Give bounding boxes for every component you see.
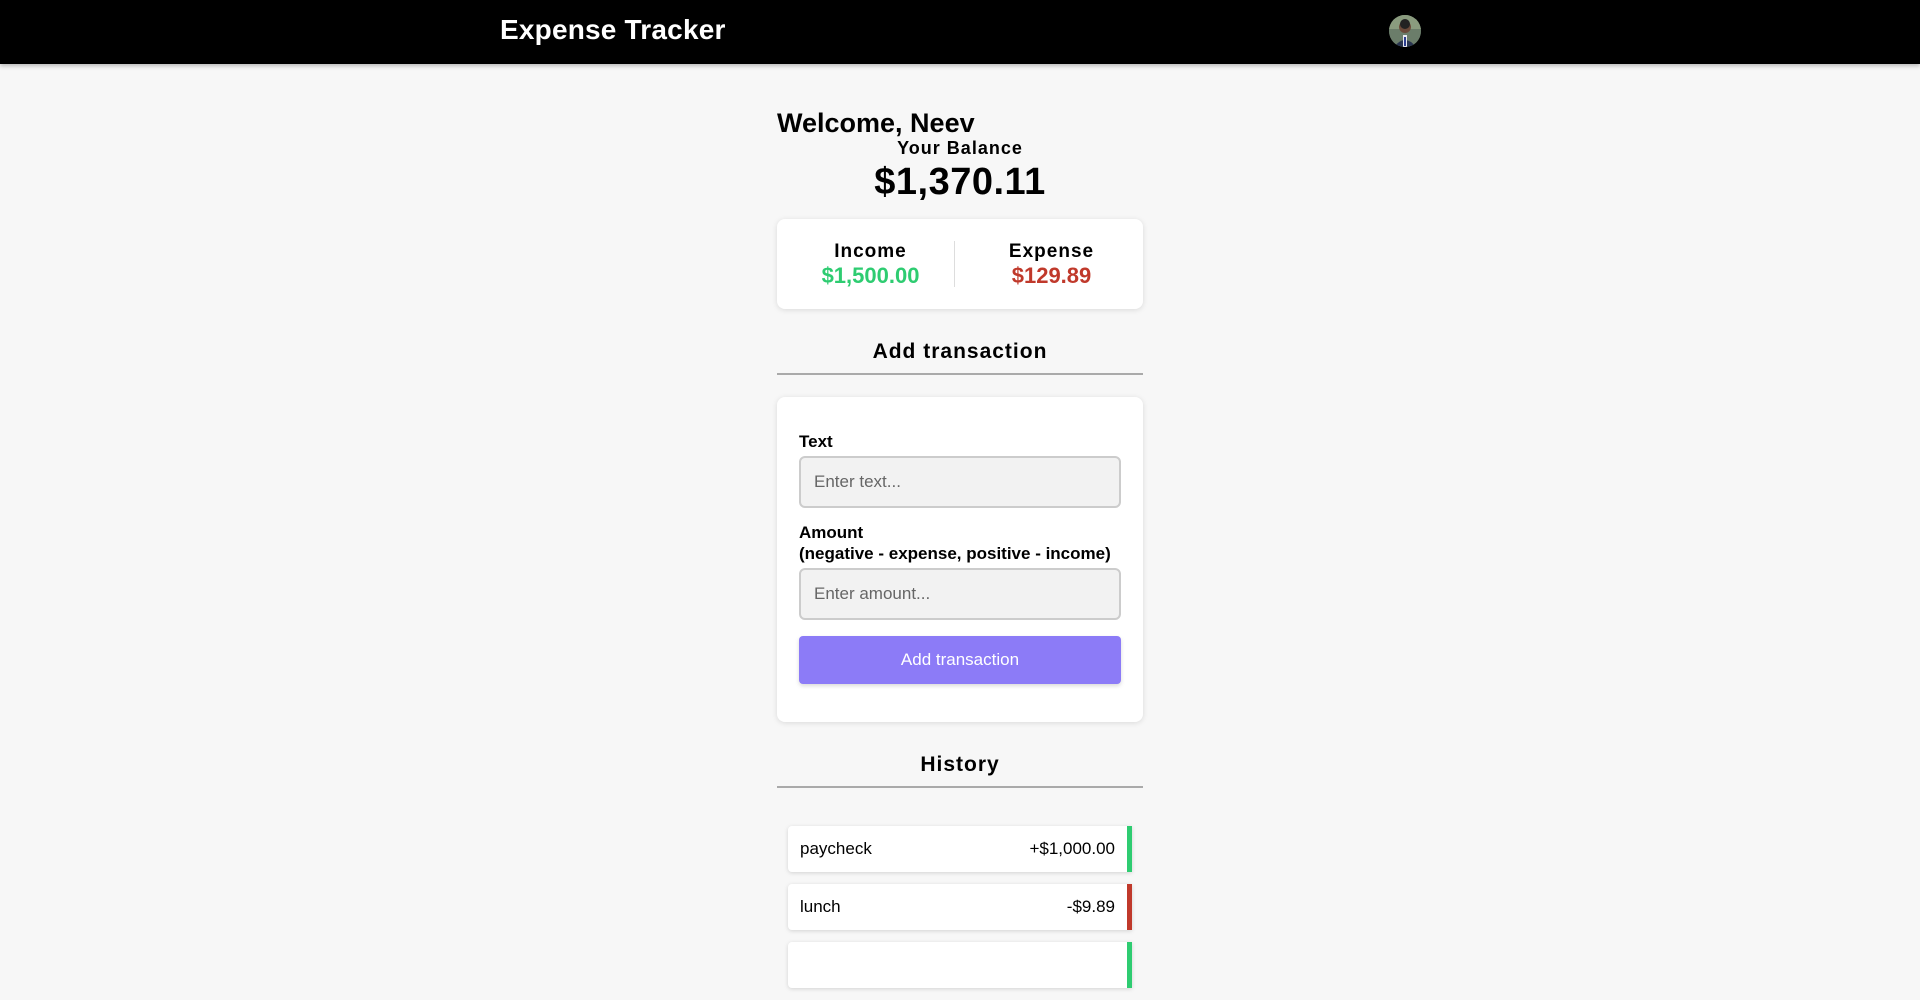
add-transaction-heading: Add transaction [777, 339, 1143, 375]
expense-value: $129.89 [1011, 263, 1092, 288]
amount-label: Amount [799, 523, 864, 542]
transaction-amount: +$1,000.00 [1029, 839, 1115, 858]
amount-input[interactable] [799, 568, 1121, 620]
app-title: Expense Tracker [500, 14, 726, 45]
transaction-text: lunch [800, 897, 841, 916]
income-column: Income $1,500.00 [777, 241, 960, 289]
welcome-heading: Welcome, Neev [777, 108, 975, 138]
add-transaction-form: Text Amount (negative - expense, positiv… [777, 397, 1143, 722]
user-avatar-icon[interactable] [1389, 15, 1421, 47]
expense-column: Expense $129.89 [960, 241, 1143, 289]
add-transaction-button[interactable]: Add transaction [799, 636, 1121, 684]
top-navbar: Expense Tracker [0, 0, 1920, 64]
income-expense-card: Income $1,500.00 Expense $129.89 [777, 219, 1143, 309]
main-container: Welcome, Neev Your Balance $1,370.11 Inc… [777, 105, 1143, 1000]
text-label: Text [799, 432, 833, 451]
amount-group: Amount (negative - expense, positive - i… [799, 522, 1121, 620]
transaction-amount: -$9.89 [1066, 897, 1115, 916]
history-heading: History [777, 752, 1143, 788]
list-item[interactable] [788, 942, 1132, 988]
text-input[interactable] [799, 456, 1121, 508]
transaction-text: paycheck [800, 839, 872, 858]
expense-label: Expense [1008, 241, 1095, 262]
summary-divider [954, 241, 955, 287]
history-list: paycheck +$1,000.00 lunch -$9.89 [777, 826, 1143, 988]
income-value: $1,500.00 [821, 263, 920, 288]
list-item[interactable]: lunch -$9.89 [788, 884, 1132, 930]
amount-hint: (negative - expense, positive - income) [799, 544, 1111, 563]
balance-value: $1,370.11 [874, 161, 1046, 203]
list-item[interactable]: paycheck +$1,000.00 [788, 826, 1132, 872]
income-label: Income [834, 241, 907, 262]
